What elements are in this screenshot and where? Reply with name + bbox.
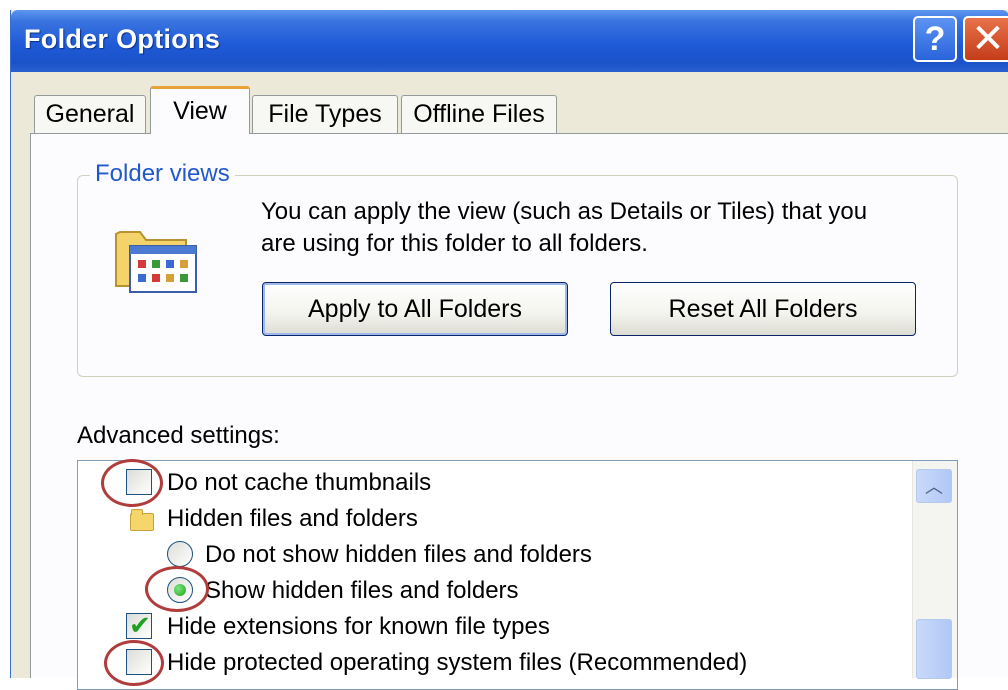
hide-extensions-label[interactable]: Hide extensions for known file types [167,613,550,641]
tab-file-types[interactable]: File Types [252,95,398,133]
annotation-circle [104,640,164,686]
tab-offline-files[interactable]: Offline Files [401,95,557,133]
do-not-cache-thumbnails-label[interactable]: Do not cache thumbnails [167,469,431,497]
description-line-1: You can apply the view (such as Details … [261,198,868,225]
description-line-2: are using for this folder to all folders… [261,230,648,257]
folder-views-title: Folder views [90,160,235,188]
tab-view[interactable]: View [150,86,250,134]
folder-icon [130,509,154,531]
window-title: Folder Options [24,24,221,54]
advanced-settings-list[interactable]: Do not cache thumbnails Hidden files and… [77,460,958,690]
annotation-circle [145,566,209,612]
do-not-show-hidden-label[interactable]: Do not show hidden files and folders [205,541,592,569]
scroll-up-arrow-icon[interactable]: ︿ [916,469,952,503]
scroll-thumb[interactable] [916,619,952,679]
reset-all-folders-button[interactable]: Reset All Folders [610,282,916,336]
apply-to-all-folders-button[interactable]: Apply to All Folders [262,282,568,336]
annotation-circle [101,459,163,507]
vertical-scrollbar[interactable]: ︿ [912,461,957,679]
help-button[interactable]: ? [913,16,957,62]
hide-extensions-checkbox[interactable] [126,610,152,641]
close-button[interactable]: ✕ [963,16,1008,62]
hidden-files-folders-label: Hidden files and folders [167,505,418,532]
folder-views-description: You can apply the view (such as Details … [261,196,961,260]
do-not-show-hidden-radio[interactable] [167,541,193,567]
title-bar[interactable]: Folder Options ? ✕ [11,10,1008,72]
show-hidden-label[interactable]: Show hidden files and folders [205,577,519,605]
hide-protected-os-files-label[interactable]: Hide protected operating system files (R… [167,649,747,677]
folder-views-icon [115,231,197,293]
tab-general[interactable]: General [34,95,146,133]
advanced-settings-label: Advanced settings: [77,422,280,449]
